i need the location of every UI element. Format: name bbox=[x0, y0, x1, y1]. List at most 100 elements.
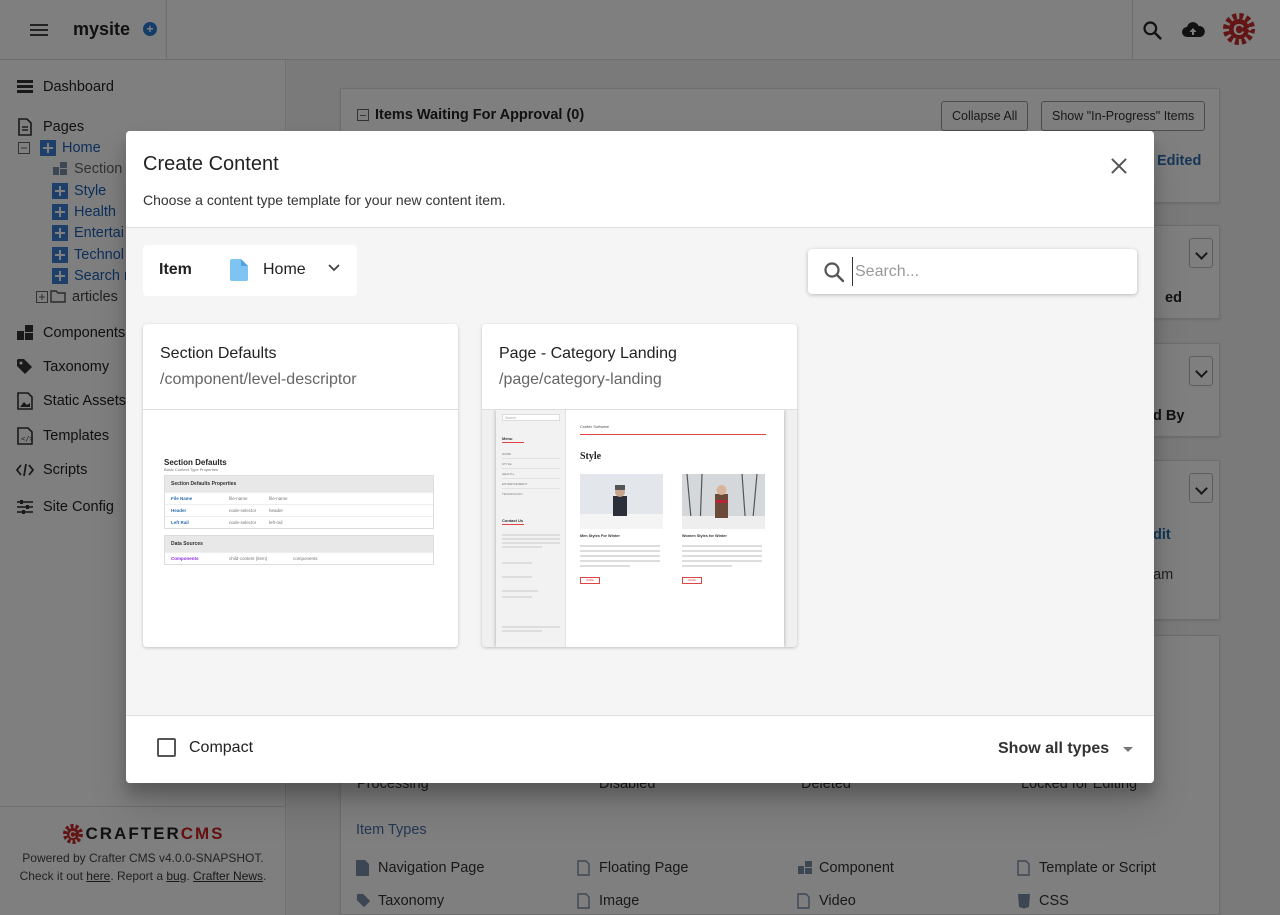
preview-sidebar: Search Menu HOME STYLE HEALTH ENTERTAINM… bbox=[496, 410, 566, 647]
show-types-select[interactable]: Show all types bbox=[998, 740, 1134, 758]
preview-row: File Name file-name file-name bbox=[165, 492, 433, 504]
show-types-label: Show all types bbox=[998, 740, 1110, 757]
divider bbox=[502, 488, 560, 489]
card-path: /page/category-landing bbox=[499, 371, 662, 388]
preview-cell: child-content (item) bbox=[229, 556, 268, 561]
preview-cell: Left Rail bbox=[171, 520, 189, 525]
preview-cell: left-rail bbox=[269, 520, 283, 525]
preview-cell: header bbox=[269, 508, 284, 513]
text-line bbox=[580, 565, 630, 567]
text-line bbox=[580, 545, 660, 547]
text-line bbox=[502, 596, 532, 598]
preview-more-label: MORE bbox=[586, 579, 594, 582]
search-icon bbox=[824, 262, 845, 283]
preview-menu-item: ENTERTAINMENT bbox=[502, 482, 528, 486]
text-line bbox=[682, 565, 732, 567]
dialog-header: Create Content Choose a content type tem… bbox=[126, 131, 1154, 228]
text-line bbox=[502, 542, 560, 544]
compact-checkbox[interactable]: Compact bbox=[157, 738, 253, 757]
checkbox-icon[interactable] bbox=[157, 738, 176, 757]
divider bbox=[502, 524, 524, 525]
card-title: Page - Category Landing bbox=[499, 345, 677, 362]
preview-image bbox=[682, 474, 765, 529]
preview-more-button: MORE bbox=[580, 577, 600, 584]
preview-menu-item: TECHNOLOGY bbox=[502, 492, 524, 496]
create-content-dialog: Create Content Choose a content type tem… bbox=[126, 131, 1154, 783]
text-line bbox=[682, 545, 762, 547]
item-label: Item bbox=[159, 261, 192, 278]
preview-menu-item: HEALTH bbox=[502, 472, 514, 476]
preview-row: Left Rail node-selector left-rail bbox=[165, 516, 433, 528]
preview-webpage: Search Menu HOME STYLE HEALTH ENTERTAINM… bbox=[496, 410, 784, 647]
divider bbox=[502, 468, 560, 469]
preview-cell: File Name bbox=[171, 496, 193, 501]
preview-main: Crafter Software Style Men Styles For Wi… bbox=[580, 424, 766, 584]
preview-cell: components bbox=[293, 556, 318, 561]
text-line bbox=[502, 630, 542, 632]
text-line bbox=[502, 576, 532, 578]
preview-cell: node-selector bbox=[229, 508, 257, 513]
preview-cell: file-name bbox=[229, 496, 248, 501]
text-line bbox=[682, 550, 762, 552]
preview-caption: Men Styles For Winter bbox=[580, 534, 620, 538]
preview-page-title: Style bbox=[580, 451, 602, 462]
item-value: Home bbox=[263, 261, 306, 278]
preview-row: Components child-content (item) components bbox=[165, 552, 433, 564]
text-line bbox=[502, 538, 560, 540]
preview-cell: Components bbox=[171, 556, 199, 561]
divider bbox=[502, 442, 524, 443]
page-icon bbox=[230, 259, 248, 281]
card-title: Section Defaults bbox=[160, 345, 277, 362]
preview-ds-title: Data Sources bbox=[165, 536, 433, 552]
preview-search: Search bbox=[502, 414, 560, 421]
preview-more-label: MORE bbox=[688, 579, 696, 582]
preview-datasources: Data Sources Components child-content (it… bbox=[164, 535, 434, 565]
text-line bbox=[682, 555, 762, 557]
caret-down-icon bbox=[1123, 746, 1134, 752]
dialog-footer: Compact Show all types bbox=[126, 715, 1154, 783]
dialog-subtitle: Choose a content type template for your … bbox=[143, 192, 506, 208]
preview-cell: file-name bbox=[269, 496, 288, 501]
text-line bbox=[502, 626, 560, 628]
preview-cell: node-selector bbox=[229, 520, 257, 525]
divider bbox=[580, 434, 766, 435]
dialog-title: Create Content bbox=[143, 153, 279, 175]
text-line bbox=[682, 560, 762, 562]
text-line bbox=[502, 546, 542, 548]
text-line bbox=[580, 555, 660, 557]
text-line bbox=[502, 590, 538, 592]
preview-menu-item: STYLE bbox=[502, 462, 512, 466]
text-line bbox=[502, 562, 532, 564]
preview-contact: Contact Us bbox=[502, 518, 524, 523]
preview-properties: Section Defaults Properties File Name fil… bbox=[164, 475, 434, 529]
preview-heading: Section Defaults bbox=[164, 458, 227, 467]
text-line bbox=[580, 560, 660, 562]
search-box bbox=[808, 249, 1137, 294]
text-line bbox=[580, 550, 660, 552]
preview-row: Header node-selector header bbox=[165, 504, 433, 516]
preview-menu-item: HOME bbox=[502, 452, 511, 456]
dialog-body: Item Home Section Defaults /component/le… bbox=[126, 228, 1154, 715]
text-line bbox=[502, 534, 560, 536]
card-path: /component/level-descriptor bbox=[160, 371, 357, 388]
divider bbox=[502, 478, 560, 479]
preview-subheading: Basic Content Type Properties bbox=[164, 467, 218, 472]
preview-more-button: MORE bbox=[682, 577, 702, 584]
preview-props-title: Section Defaults Properties bbox=[165, 476, 433, 492]
content-type-card[interactable]: Page - Category Landing /page/category-l… bbox=[482, 324, 797, 647]
compact-label: Compact bbox=[189, 738, 254, 756]
preview-brand: Crafter Software bbox=[580, 424, 610, 429]
divider bbox=[502, 458, 560, 459]
preview-image bbox=[580, 474, 663, 529]
item-selector[interactable]: Item Home bbox=[143, 245, 357, 296]
preview-menu: Menu bbox=[502, 436, 513, 441]
card-preview: Section Defaults Basic Content Type Prop… bbox=[143, 410, 458, 647]
search-input[interactable] bbox=[852, 257, 1122, 286]
chevron-down-icon[interactable] bbox=[327, 261, 341, 275]
preview-cell: Header bbox=[171, 508, 187, 513]
close-icon[interactable] bbox=[1106, 153, 1132, 179]
content-type-card[interactable]: Section Defaults /component/level-descri… bbox=[143, 324, 458, 647]
card-preview: Search Menu HOME STYLE HEALTH ENTERTAINM… bbox=[482, 410, 797, 647]
preview-caption: Women Styles for Winter bbox=[682, 534, 727, 538]
preview-form: Section Defaults Basic Content Type Prop… bbox=[164, 458, 434, 565]
